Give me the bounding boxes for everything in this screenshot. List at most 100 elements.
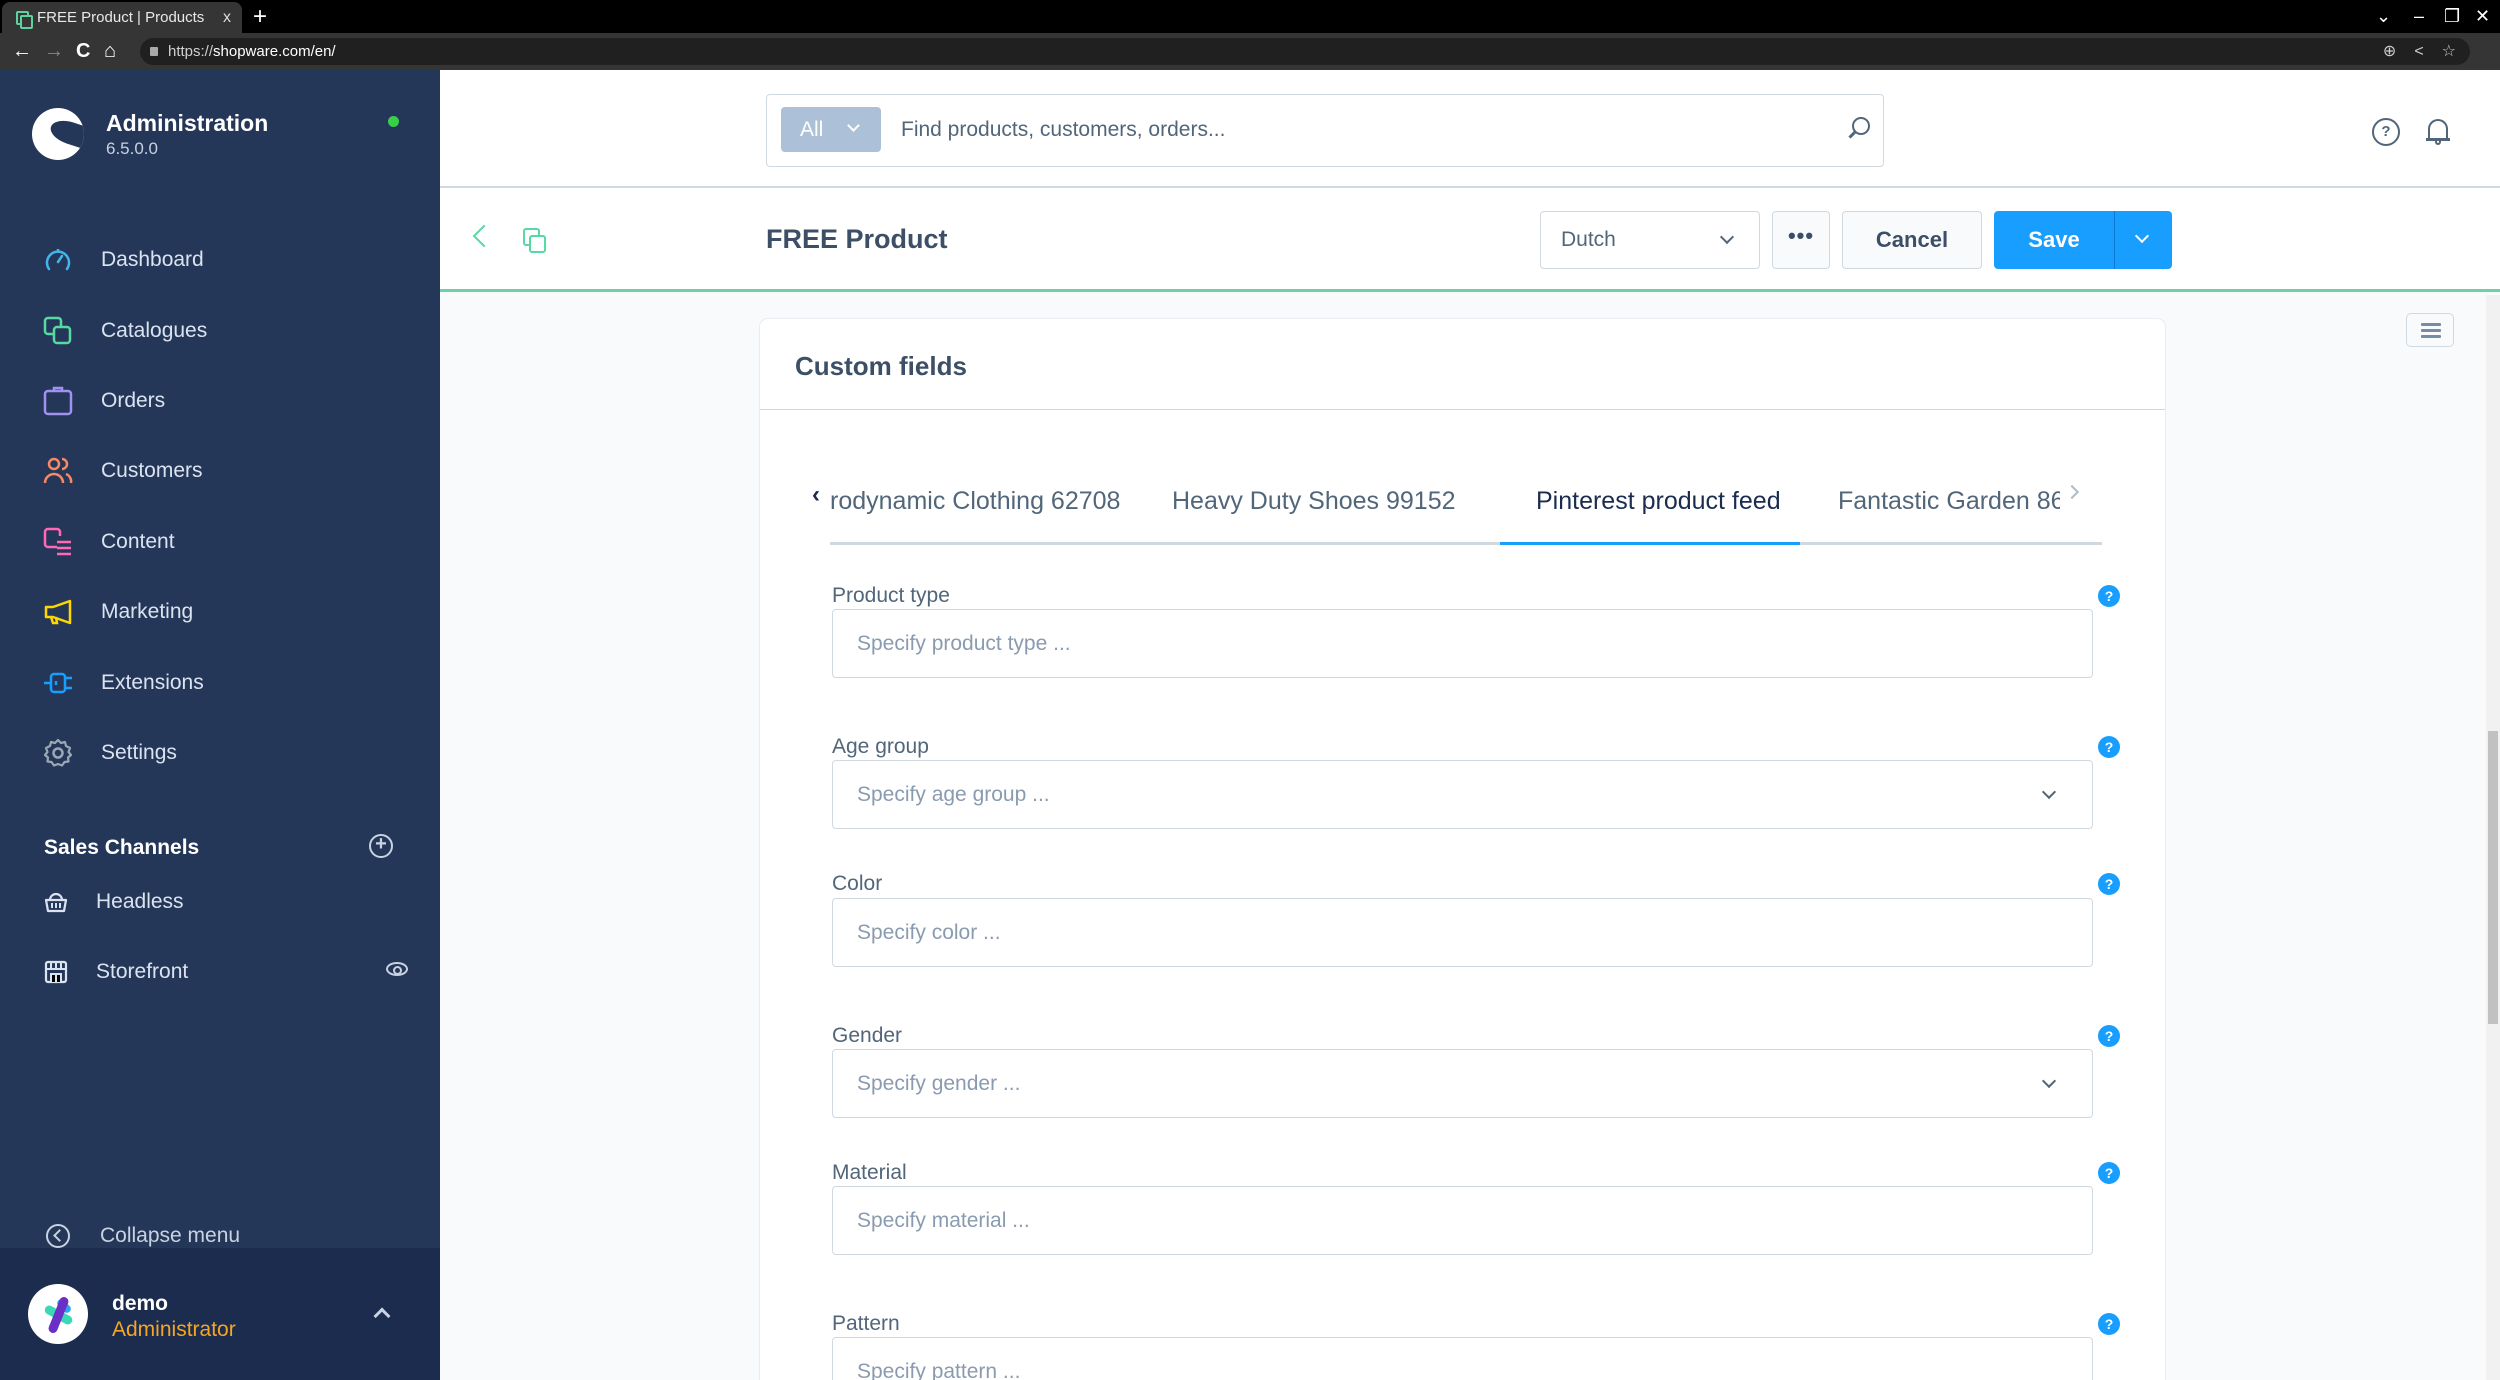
sidebar-item-extensions[interactable]: Extensions — [0, 647, 440, 717]
content-scrollbar[interactable] — [2486, 295, 2500, 1380]
url-field[interactable]: https://shopware.com/en/ ⊕ < ☆ — [140, 38, 2470, 65]
collapse-icon — [46, 1224, 70, 1248]
notification-bell-icon[interactable] — [2426, 116, 2450, 145]
color-input[interactable] — [832, 898, 2093, 967]
catalogues-icon — [43, 316, 73, 346]
add-sales-channel-button[interactable]: + — [369, 834, 393, 858]
tab-close-icon[interactable]: x — [212, 9, 242, 27]
help-icon[interactable]: ? — [2098, 1313, 2120, 1335]
status-indicator — [388, 116, 399, 127]
share-icon[interactable]: < — [2414, 38, 2423, 65]
restore-icon[interactable]: ❐ — [2444, 4, 2460, 28]
tabs-underline — [830, 542, 2102, 545]
field-label-gender: Gender — [832, 1024, 903, 1047]
zoom-icon[interactable]: ⊕ — [2383, 38, 2396, 65]
user-role: Administrator — [112, 1318, 236, 1341]
reload-icon[interactable]: C — [76, 38, 90, 64]
save-button[interactable]: Save — [1994, 211, 2114, 269]
sidebar-item-dashboard[interactable]: Dashboard — [0, 225, 440, 295]
top-header: All ? — [440, 70, 2500, 188]
search-input[interactable] — [901, 107, 1801, 152]
browser-tab-bar: FREE Product | Products x + ⌄ – ❐ ✕ — [0, 0, 2500, 33]
active-tab-indicator — [1500, 542, 1800, 545]
sales-channel-headless[interactable]: Headless — [44, 890, 404, 914]
close-window-icon[interactable]: ✕ — [2475, 4, 2490, 28]
sidebar-item-label: Dashboard — [101, 248, 204, 272]
field-label-product-type: Product type — [832, 584, 950, 607]
help-icon[interactable]: ? — [2098, 736, 2120, 758]
gender-select[interactable]: Specify gender ... — [832, 1049, 2093, 1118]
chevron-up-icon[interactable] — [373, 1307, 391, 1325]
tab-search-icon[interactable]: ⌄ — [2376, 4, 2391, 28]
more-actions-button[interactable]: ••• — [1772, 211, 1830, 269]
minimize-icon[interactable]: – — [2414, 4, 2424, 28]
sidebar-item-orders[interactable]: Orders — [0, 366, 440, 436]
tab-aerodynamic-clothing[interactable]: rodynamic Clothing 62708 — [830, 487, 1120, 516]
forward-icon[interactable]: → — [44, 38, 64, 64]
help-icon[interactable]: ? — [2098, 1025, 2120, 1047]
avatar — [28, 1284, 88, 1344]
sidebar-toggle-button[interactable] — [2406, 313, 2454, 347]
pattern-input[interactable] — [832, 1337, 2093, 1380]
tabs-scroll-left-icon[interactable]: ‹ — [812, 481, 820, 509]
sidebar-item-label: Catalogues — [101, 318, 208, 342]
card-divider — [760, 409, 2165, 410]
help-icon[interactable]: ? — [2098, 585, 2120, 607]
field-label-age-group: Age group — [832, 735, 929, 758]
custom-field-set-tabs: ‹ rodynamic Clothing 62708 Heavy Duty Sh… — [812, 467, 2102, 545]
sidebar-item-content[interactable]: Content — [0, 507, 440, 577]
sidebar-item-settings[interactable]: Settings — [0, 718, 440, 788]
browser-tab[interactable]: FREE Product | Products x — [2, 2, 242, 33]
collapse-menu-label: Collapse menu — [100, 1224, 241, 1247]
chevron-down-icon — [2041, 1073, 2057, 1089]
tab-fantastic-garden[interactable]: Fantastic Garden 86164 — [1838, 487, 2060, 516]
tab-heavy-duty-shoes[interactable]: Heavy Duty Shoes 99152 — [1172, 487, 1456, 516]
back-icon[interactable]: ← — [12, 38, 32, 64]
help-icon[interactable]: ? — [2098, 873, 2120, 895]
tab-pinterest-product-feed[interactable]: Pinterest product feed — [1536, 487, 1781, 516]
home-icon[interactable]: ⌂ — [104, 38, 116, 64]
marketing-icon — [43, 597, 73, 627]
dashboard-icon — [43, 245, 73, 275]
storefront-icon — [44, 960, 68, 984]
new-tab-button[interactable]: + — [253, 3, 267, 31]
search-type-label: All — [800, 118, 824, 141]
admin-sidebar: Administration 6.5.0.0 Dashboard Catalog… — [0, 70, 440, 1380]
cancel-button[interactable]: Cancel — [1842, 211, 1982, 269]
product-type-input[interactable] — [832, 609, 2093, 678]
sales-channel-label: Storefront — [96, 960, 189, 983]
user-profile[interactable]: demo Administrator — [0, 1248, 440, 1380]
lock-icon — [150, 47, 158, 56]
age-group-select[interactable]: Specify age group ... — [832, 760, 2093, 829]
chevron-down-icon — [1719, 229, 1735, 245]
address-bar: ← → C ⌂ https://shopware.com/en/ ⊕ < ☆ — [0, 33, 2500, 70]
url-scheme: https:// — [168, 43, 214, 60]
save-options-button[interactable] — [2114, 211, 2172, 269]
content-area: Custom fields ‹ rodynamic Clothing 62708… — [440, 295, 2486, 1380]
sales-channel-storefront[interactable]: Storefront — [44, 960, 408, 984]
help-icon[interactable]: ? — [2372, 118, 2400, 146]
star-icon[interactable]: ☆ — [2442, 38, 2456, 65]
url-domain: shopware.com/en/ — [213, 43, 336, 60]
back-chevron-icon[interactable] — [472, 224, 496, 248]
chevron-down-icon — [2134, 228, 2150, 244]
tab-favicon-icon — [16, 10, 33, 29]
chevron-down-icon — [847, 119, 860, 132]
eye-icon[interactable] — [386, 962, 408, 976]
brand[interactable]: Administration 6.5.0.0 — [32, 108, 268, 160]
chevron-down-icon — [2041, 784, 2057, 800]
language-value: Dutch — [1561, 228, 1616, 251]
sidebar-item-catalogues[interactable]: Catalogues — [0, 295, 440, 365]
sales-channels-heading: Sales Channels — [44, 836, 200, 859]
search-type-select[interactable]: All — [781, 107, 881, 152]
material-input[interactable] — [832, 1186, 2093, 1255]
tabs-scroll-right-icon[interactable] — [2064, 484, 2080, 500]
help-icon[interactable]: ? — [2098, 1162, 2120, 1184]
scrollbar-thumb[interactable] — [2488, 730, 2498, 1024]
search-icon[interactable] — [1852, 117, 1870, 135]
sidebar-item-marketing[interactable]: Marketing — [0, 577, 440, 647]
sidebar-item-customers[interactable]: Customers — [0, 436, 440, 506]
brand-version: 6.5.0.0 — [106, 138, 158, 158]
orders-icon — [43, 386, 73, 416]
language-switch[interactable]: Dutch — [1540, 211, 1760, 269]
